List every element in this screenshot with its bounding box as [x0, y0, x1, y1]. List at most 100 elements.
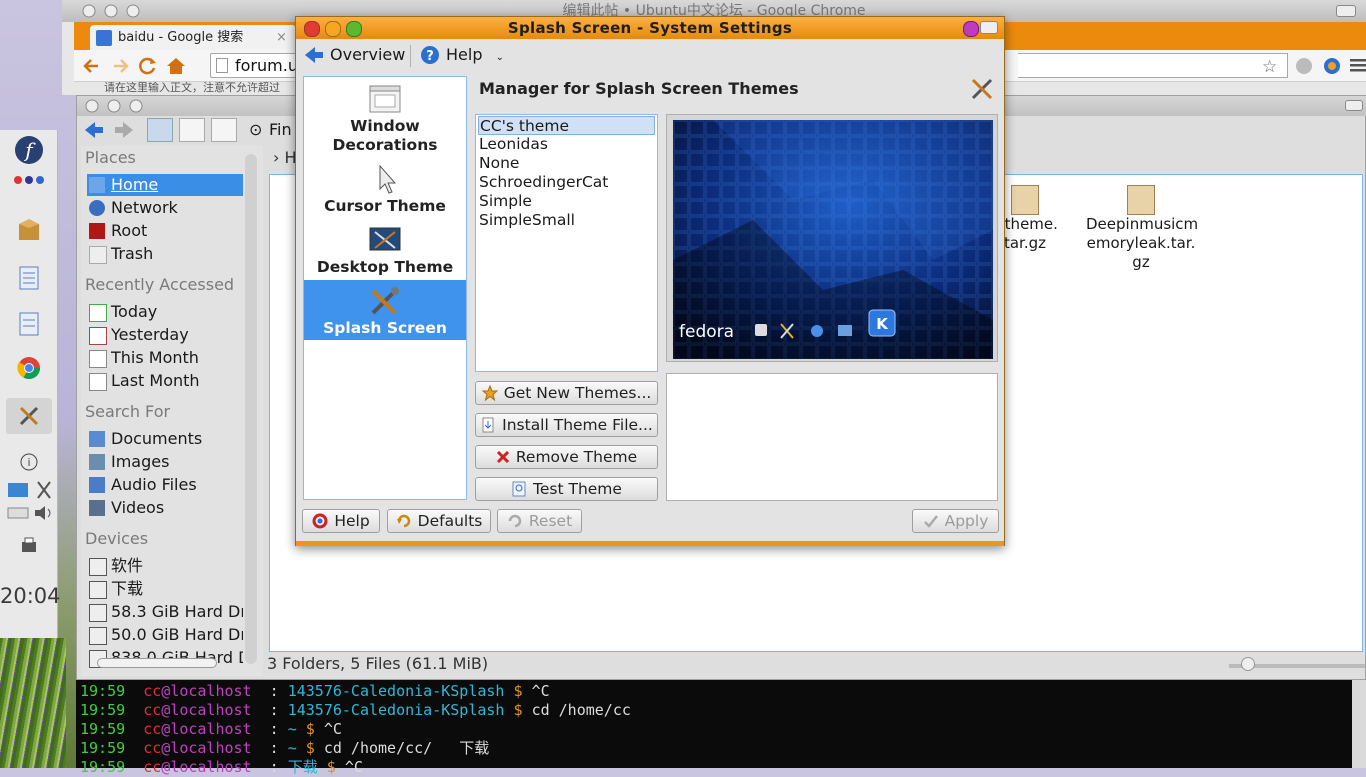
help-button[interactable]: Help [302, 509, 380, 533]
reset-button[interactable]: Reset [497, 509, 582, 533]
recent-today[interactable]: Today [87, 301, 243, 323]
chrome-close-icon[interactable] [82, 4, 96, 18]
category-window-decorations[interactable]: Window Decorations [304, 83, 466, 155]
shade-button[interactable] [980, 21, 998, 34]
places-hscrollbar[interactable] [83, 656, 243, 670]
close-icon[interactable] [304, 21, 320, 37]
chrome-tab-baidu[interactable]: baidu - Google 搜索 × [90, 25, 296, 50]
help-menu-button[interactable]: ? Help ⌄ [418, 43, 504, 67]
device-software[interactable]: 软件 [87, 555, 243, 577]
recent-this-month[interactable]: This Month [87, 347, 243, 369]
keep-above-icon[interactable] [963, 21, 979, 37]
overview-button[interactable]: Overview [302, 43, 405, 67]
file-item[interactable]: Deepinmusicm emoryleak.tar. gz [1086, 185, 1198, 272]
fm-forward-icon[interactable] [113, 120, 135, 140]
chevron-down-icon: ⌄ [495, 52, 504, 63]
place-network[interactable]: Network [87, 197, 243, 219]
find-button[interactable]: ⊙ Fin [249, 120, 292, 139]
test-theme-button[interactable]: Test Theme [475, 477, 658, 501]
place-trash[interactable]: Trash [87, 243, 243, 265]
extension-icon[interactable] [1294, 56, 1314, 76]
chrome-restore-button[interactable] [1336, 5, 1356, 17]
fm-restore-button[interactable] [1345, 100, 1363, 111]
fedora-icon[interactable]: f [13, 134, 45, 166]
install-theme-file-button[interactable]: Install Theme File... [475, 413, 658, 437]
home-icon[interactable] [166, 56, 186, 76]
terminal-host: localhost [170, 739, 252, 757]
terminal-path: 143576-Caledonia-KSplash [287, 701, 505, 719]
dialog-bottom-border [296, 541, 1004, 546]
columns-view-icon[interactable] [211, 118, 237, 142]
search-documents[interactable]: Documents [87, 428, 243, 450]
theme-list[interactable]: CC's theme Leonidas None SchroedingerCat… [475, 114, 658, 372]
theme-preview-frame: fedora K [666, 114, 998, 362]
theme-item[interactable]: Leonidas [478, 135, 656, 154]
get-new-themes-button[interactable]: Get New Themes... [475, 381, 658, 405]
fm-minimize-icon[interactable] [107, 99, 121, 113]
volume-icon[interactable] [28, 502, 60, 524]
places-scrollbar[interactable] [245, 154, 257, 664]
system-settings-icon[interactable] [6, 398, 52, 434]
details-view-icon[interactable] [179, 118, 205, 142]
icons-view-icon[interactable] [147, 118, 173, 142]
address-bar[interactable]: forum.ub [210, 53, 308, 78]
archive-icon [1127, 185, 1155, 215]
forward-arrow-icon[interactable] [110, 56, 130, 76]
terminal[interactable]: 19:59 cc@localhost : 143576-Caledonia-KS… [76, 680, 1366, 776]
terminal-line: 19:59 cc@localhost : 143576-Caledonia-KS… [80, 701, 631, 719]
category-cursor-theme[interactable]: Cursor Theme [304, 163, 466, 216]
search-images[interactable]: Images [87, 451, 243, 473]
fm-close-icon[interactable] [85, 99, 99, 113]
maximize-icon[interactable] [346, 21, 362, 37]
chrome-tab-label: baidu - Google 搜索 [118, 30, 244, 45]
place-root[interactable]: Root [87, 220, 243, 242]
defaults-button[interactable]: Defaults [387, 509, 491, 533]
theme-item[interactable]: SimpleSmall [478, 211, 656, 230]
search-videos[interactable]: Videos [87, 497, 243, 519]
theme-item[interactable]: None [478, 154, 656, 173]
chrome-icon[interactable] [13, 352, 45, 384]
package-icon[interactable] [13, 214, 45, 246]
activities-dots-icon[interactable] [13, 172, 45, 188]
desktop-theme-icon [367, 224, 403, 256]
gear-extension-icon[interactable] [1322, 56, 1342, 76]
devices-header: Devices [85, 529, 149, 548]
notes-icon[interactable] [13, 308, 45, 340]
chrome-maximize-icon[interactable] [126, 4, 140, 18]
terminal-time: 19:59 [80, 758, 126, 776]
category-splash-screen[interactable]: Splash Screen [304, 280, 466, 340]
terminal-prompt-symbol: $ [296, 739, 315, 757]
terminal-scrollbar[interactable] [1352, 680, 1366, 768]
theme-item[interactable]: SchroedingerCat [478, 173, 656, 192]
chrome-minimize-icon[interactable] [104, 4, 118, 18]
minimize-icon[interactable] [325, 21, 341, 37]
bookmark-star-icon[interactable]: ☆ [1262, 57, 1277, 77]
recent-last-month[interactable]: Last Month [87, 370, 243, 392]
place-home[interactable]: Home [87, 174, 243, 196]
fm-back-icon[interactable] [83, 120, 105, 140]
documents-icon [89, 431, 105, 447]
device-downloads[interactable]: 下载 [87, 578, 243, 600]
apply-button[interactable]: Apply [912, 509, 999, 533]
theme-item[interactable]: CC's theme [478, 116, 655, 135]
reload-icon[interactable] [138, 56, 158, 76]
terminal-line: 19:59 cc@localhost : 143576-Caledonia-KS… [80, 682, 550, 700]
terminal-time: 19:59 [80, 720, 126, 738]
document-viewer-icon[interactable] [13, 262, 45, 294]
cursor-icon [367, 163, 403, 195]
theme-item[interactable]: Simple [478, 192, 656, 211]
fm-maximize-icon[interactable] [129, 99, 143, 113]
address-bar-right[interactable]: ☆ [1018, 53, 1288, 78]
search-audio[interactable]: Audio Files [87, 474, 243, 496]
category-desktop-theme[interactable]: Desktop Theme [304, 224, 466, 277]
terminal-user: cc [143, 701, 162, 719]
printer-icon[interactable] [13, 530, 45, 562]
menu-icon[interactable] [1350, 56, 1366, 74]
back-arrow-icon[interactable] [82, 56, 102, 76]
device-hdd-58[interactable]: 58.3 GiB Hard Drive [87, 601, 243, 623]
device-hdd-50[interactable]: 50.0 GiB Hard Drive [87, 624, 243, 646]
zoom-slider-handle[interactable] [1241, 657, 1255, 671]
tab-close-icon[interactable]: × [276, 25, 287, 50]
recent-yesterday[interactable]: Yesterday [87, 324, 243, 346]
remove-theme-button[interactable]: Remove Theme [475, 445, 658, 469]
